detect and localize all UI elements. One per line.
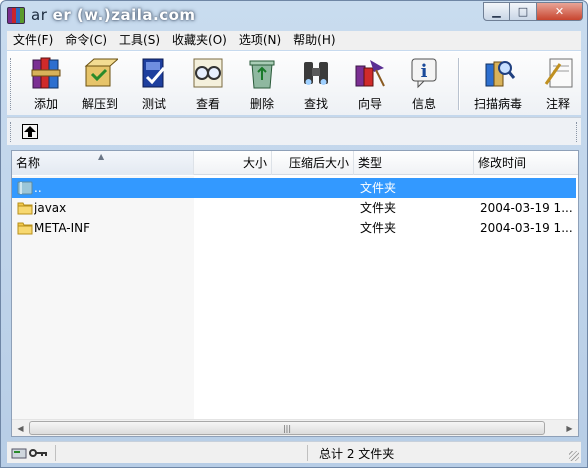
parent-folder-icon [17,181,33,195]
sort-ascending-icon: ▲ [98,152,105,161]
up-folder-button[interactable] [22,124,38,139]
window-title: ar er (w.)zaila.com [31,6,196,24]
add-button[interactable]: 添加 [19,55,73,113]
test-icon [142,58,166,88]
extract-to-button[interactable]: 解压到 [73,55,127,113]
address-bar-grip[interactable] [10,122,11,142]
toolbar-grip[interactable] [10,58,13,110]
resize-grip[interactable] [569,451,579,461]
column-header-name[interactable]: ▲ 名称 [12,151,194,175]
find-binoculars-icon [304,62,328,85]
column-packed-label: 压缩后大小 [288,156,349,170]
address-bar [7,117,581,145]
status-summary: 总计 2 文件夹 [319,447,395,461]
scroll-left-icon[interactable]: ◀ [12,420,29,437]
info-button[interactable]: i 信息 [397,55,451,113]
row-name: javax [34,201,67,215]
comment-button[interactable]: 注释 [531,55,581,113]
scroll-right-icon[interactable]: ▶ [561,420,578,437]
table-row-javax[interactable]: javax 文件夹 2004-03-19 1... [12,198,576,218]
row-name: .. [34,181,42,195]
window-title-text: ar [31,6,48,24]
folder-icon [17,202,33,215]
winrar-app-icon[interactable] [7,7,25,24]
row-type: 文件夹 [360,181,397,195]
scrollbar-thumb[interactable]: ||| [29,421,545,435]
row-modified: 2004-03-19 1... [480,201,573,215]
row-modified: 2004-03-19 1... [480,221,573,235]
view-button[interactable]: 查看 [181,55,235,113]
info-label: 信息 [411,97,436,111]
file-list[interactable]: ▲ 名称 大小 压缩后大小 类型 修改时间 .. 文件夹 javax 文件夹 2… [11,150,579,437]
wizard-button[interactable]: 向导 [343,55,397,113]
file-list-body: .. 文件夹 javax 文件夹 2004-03-19 1... META-IN… [12,176,578,419]
wizard-icon [355,60,385,87]
column-size-label: 大小 [242,156,267,170]
info-icon: i [411,58,437,89]
test-label: 测试 [141,97,166,111]
column-header-modified[interactable]: 修改时间 [474,151,578,175]
status-separator [55,445,56,461]
menu-tools[interactable]: 工具(S) [113,31,166,50]
table-row-meta-inf[interactable]: META-INF 文件夹 2004-03-19 1... [12,218,576,238]
view-label: 查看 [195,97,220,111]
add-label: 添加 [33,97,58,111]
test-button[interactable]: 测试 [127,55,181,113]
comment-label: 注释 [545,97,570,111]
add-books-icon [31,57,61,89]
status-bar: 总计 2 文件夹 [7,441,581,463]
title-bar[interactable]: ar er (w.)zaila.com ▁ □ ✕ [1,1,587,30]
comment-icon [544,58,573,88]
maximize-button[interactable]: □ [510,2,537,21]
column-header-packed[interactable]: 压缩后大小 [272,151,354,175]
drive-key-icon[interactable] [11,445,51,461]
column-header-type[interactable]: 类型 [354,151,474,175]
horizontal-scrollbar[interactable]: ◀ ||| ▶ [12,419,578,436]
delete-recycle-icon [249,60,275,89]
winrar-window: ar er (w.)zaila.com ▁ □ ✕ 文件(F) 命令(C) 工具… [0,0,588,468]
virus-scan-label: 扫描病毒 [473,97,522,111]
menu-bar: 文件(F) 命令(C) 工具(S) 收藏夹(O) 选项(N) 帮助(H) [7,31,581,50]
svg-text:i: i [421,61,428,82]
menu-help[interactable]: 帮助(H) [287,31,341,50]
delete-label: 删除 [249,97,274,111]
window-controls: ▁ □ ✕ [483,2,583,21]
file-list-header: ▲ 名称 大小 压缩后大小 类型 修改时间 [12,151,578,175]
column-modified-label: 修改时间 [478,156,527,170]
toolbar: 添加 解压到 测试 查看 删除 查找 向导 i 信息 扫描病毒 注释 [7,51,581,115]
status-separator [307,445,308,461]
find-label: 查找 [303,97,328,111]
find-button[interactable]: 查找 [289,55,343,113]
menu-file[interactable]: 文件(F) [7,31,59,50]
row-type: 文件夹 [360,221,397,235]
menu-favorites[interactable]: 收藏夹(O) [166,31,233,50]
minimize-button[interactable]: ▁ [483,2,510,21]
column-name-label: 名称 [16,156,41,170]
menu-commands[interactable]: 命令(C) [59,31,113,50]
wizard-label: 向导 [357,97,382,111]
virus-scan-icon [485,61,516,87]
toolbar-separator [458,58,460,110]
close-button[interactable]: ✕ [537,2,583,21]
menu-options[interactable]: 选项(N) [233,31,287,50]
column-type-label: 类型 [358,156,383,170]
up-arrow-icon [24,126,36,137]
row-type: 文件夹 [360,201,397,215]
watermark-text: er (w.)zaila.com [52,6,196,24]
view-glasses-icon [193,58,223,88]
delete-button[interactable]: 删除 [235,55,289,113]
folder-icon [17,222,33,235]
table-row-parent[interactable]: .. 文件夹 [12,178,576,198]
row-name: META-INF [34,221,91,235]
address-bar-grip-right [576,122,577,142]
virus-scan-button[interactable]: 扫描病毒 [467,55,529,113]
column-header-size[interactable]: 大小 [194,151,272,175]
extract-icon [84,58,118,87]
extract-to-label: 解压到 [81,97,118,111]
